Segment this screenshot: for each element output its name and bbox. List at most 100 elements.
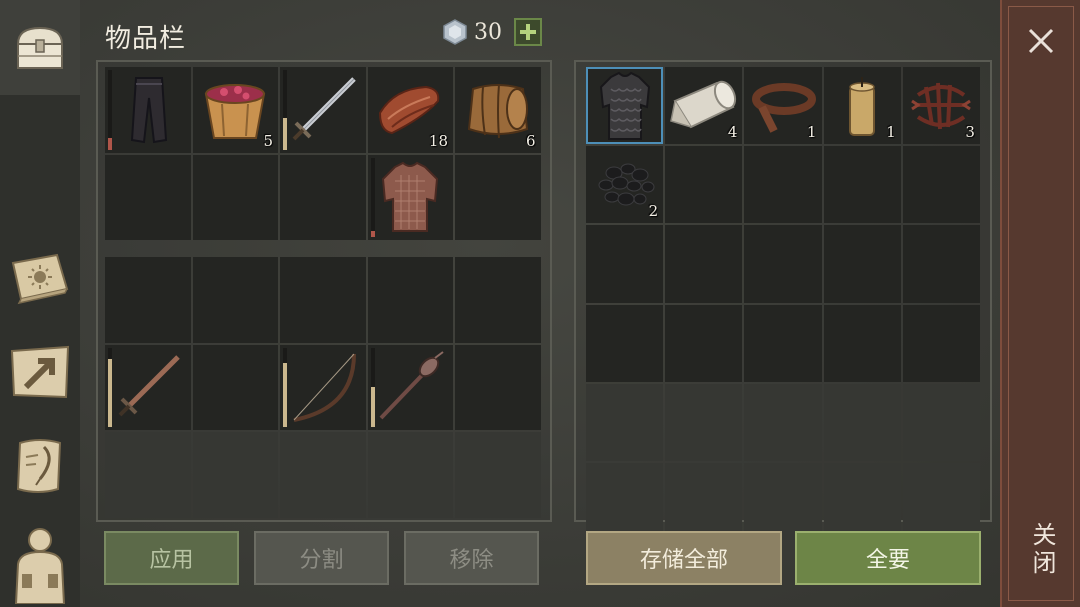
bow-icon bbox=[293, 353, 356, 423]
storage-slot[interactable] bbox=[744, 383, 822, 461]
close-label[interactable]: 关闭 bbox=[1024, 522, 1060, 578]
inventory-slot[interactable] bbox=[192, 154, 278, 240]
durability-bar bbox=[370, 157, 375, 237]
inventory-slot[interactable] bbox=[105, 257, 191, 343]
storage-slot[interactable] bbox=[665, 146, 743, 224]
storage-slot[interactable] bbox=[744, 304, 822, 382]
chainmail-icon bbox=[382, 162, 439, 233]
long-sword-icon bbox=[118, 355, 180, 417]
add-currency-button[interactable] bbox=[514, 18, 542, 46]
inventory-slot[interactable] bbox=[367, 154, 453, 240]
inventory-slot[interactable]: 18 bbox=[367, 67, 453, 153]
storage-slot[interactable] bbox=[823, 462, 901, 541]
close-icon[interactable] bbox=[1026, 26, 1056, 56]
store-all-button[interactable]: 存储全部 bbox=[586, 531, 782, 585]
storage-slot[interactable]: 1 bbox=[823, 67, 901, 145]
storage-slot[interactable] bbox=[823, 383, 901, 461]
character-icon bbox=[14, 527, 66, 604]
storage-slot[interactable] bbox=[586, 383, 664, 461]
barrel-icon bbox=[467, 83, 528, 138]
storage-slot[interactable]: 1 bbox=[744, 67, 822, 145]
item-quantity: 1 bbox=[807, 123, 817, 142]
storage-slot[interactable] bbox=[586, 462, 664, 541]
equipped-grid: 5 18 6 bbox=[105, 67, 541, 240]
currency-display: 30 bbox=[442, 18, 542, 46]
storage-slot[interactable] bbox=[902, 383, 980, 461]
inventory-slot[interactable] bbox=[105, 67, 191, 153]
inventory-slot[interactable] bbox=[192, 344, 278, 430]
berry-bucket-icon bbox=[205, 83, 266, 139]
durability-bar bbox=[108, 70, 112, 150]
storage-slot[interactable]: 2 bbox=[586, 146, 664, 224]
sidebar bbox=[0, 0, 80, 607]
item-quantity: 18 bbox=[428, 131, 448, 150]
mace-icon bbox=[379, 351, 444, 420]
storage-slot[interactable] bbox=[665, 462, 743, 541]
inventory-slot[interactable]: 6 bbox=[455, 67, 541, 153]
inventory-slot[interactable] bbox=[280, 67, 366, 153]
inventory-slot[interactable] bbox=[455, 154, 541, 240]
inventory-slot[interactable] bbox=[367, 432, 453, 518]
leather-pants-icon bbox=[130, 76, 167, 143]
storage-slot[interactable] bbox=[665, 225, 743, 303]
storage-slot[interactable] bbox=[744, 225, 822, 303]
storage-slot[interactable] bbox=[823, 304, 901, 382]
sword-icon bbox=[292, 76, 356, 141]
storage-slot[interactable] bbox=[744, 462, 822, 541]
split-button[interactable]: 分割 bbox=[254, 531, 389, 585]
storage-slot[interactable] bbox=[902, 146, 980, 224]
storage-slot[interactable]: 4 bbox=[665, 67, 743, 145]
tab-inventory[interactable] bbox=[0, 0, 80, 95]
inventory-slot[interactable] bbox=[105, 432, 191, 518]
storage-slot[interactable] bbox=[823, 146, 901, 224]
inventory-slot[interactable] bbox=[280, 257, 366, 343]
storage-slot[interactable]: 3 bbox=[902, 67, 980, 145]
storage-slot[interactable] bbox=[902, 462, 980, 541]
tab-map[interactable] bbox=[0, 340, 80, 404]
scale-armor-icon bbox=[599, 71, 650, 140]
inventory-slot[interactable] bbox=[367, 344, 453, 430]
inventory-slot[interactable] bbox=[105, 154, 191, 240]
quest-scroll-icon bbox=[16, 439, 62, 493]
remove-button[interactable]: 移除 bbox=[404, 531, 539, 585]
silver-coin-icon bbox=[443, 19, 467, 45]
storage-slot[interactable] bbox=[665, 304, 743, 382]
inventory-slot[interactable] bbox=[455, 257, 541, 343]
storage-slot[interactable] bbox=[744, 146, 822, 224]
tab-skills[interactable] bbox=[0, 245, 80, 309]
map-arrow-icon bbox=[10, 345, 70, 399]
tab-character[interactable] bbox=[0, 520, 80, 607]
sun-book-icon bbox=[11, 253, 69, 305]
plus-icon bbox=[520, 24, 536, 40]
item-quantity: 2 bbox=[648, 202, 659, 221]
inventory-screen: 物品栏 30 5 18 6 4 1 1 3 2 应用 分割 移除 存储全部 全要… bbox=[0, 0, 1080, 607]
storage-slot[interactable] bbox=[586, 67, 664, 145]
close-panel[interactable]: 关闭 bbox=[1000, 0, 1080, 607]
storage-slot[interactable] bbox=[902, 225, 980, 303]
apply-button[interactable]: 应用 bbox=[104, 531, 239, 585]
tab-quests[interactable] bbox=[0, 432, 80, 500]
storage-slot[interactable] bbox=[823, 225, 901, 303]
close-panel-frame bbox=[1008, 6, 1074, 601]
inventory-slot[interactable] bbox=[367, 257, 453, 343]
inventory-slot[interactable] bbox=[455, 344, 541, 430]
candle-icon bbox=[849, 76, 876, 136]
inventory-slot[interactable]: 5 bbox=[192, 67, 278, 153]
item-quantity: 6 bbox=[525, 131, 536, 150]
take-all-button[interactable]: 全要 bbox=[795, 531, 981, 585]
currency-value: 30 bbox=[474, 19, 502, 45]
item-quantity: 5 bbox=[263, 131, 273, 150]
inventory-slot[interactable] bbox=[280, 154, 366, 240]
storage-slot[interactable] bbox=[902, 304, 980, 382]
storage-slot[interactable] bbox=[665, 383, 743, 461]
item-quantity: 3 bbox=[965, 123, 975, 142]
inventory-slot[interactable] bbox=[280, 432, 366, 518]
storage-slot[interactable] bbox=[586, 304, 664, 382]
inventory-slot[interactable] bbox=[192, 432, 278, 518]
storage-slot[interactable] bbox=[586, 225, 664, 303]
inventory-slot[interactable] bbox=[192, 257, 278, 343]
inventory-slot[interactable] bbox=[280, 344, 366, 430]
inventory-slot[interactable] bbox=[455, 432, 541, 518]
inventory-slot[interactable] bbox=[105, 344, 191, 430]
chest-icon bbox=[16, 26, 64, 69]
